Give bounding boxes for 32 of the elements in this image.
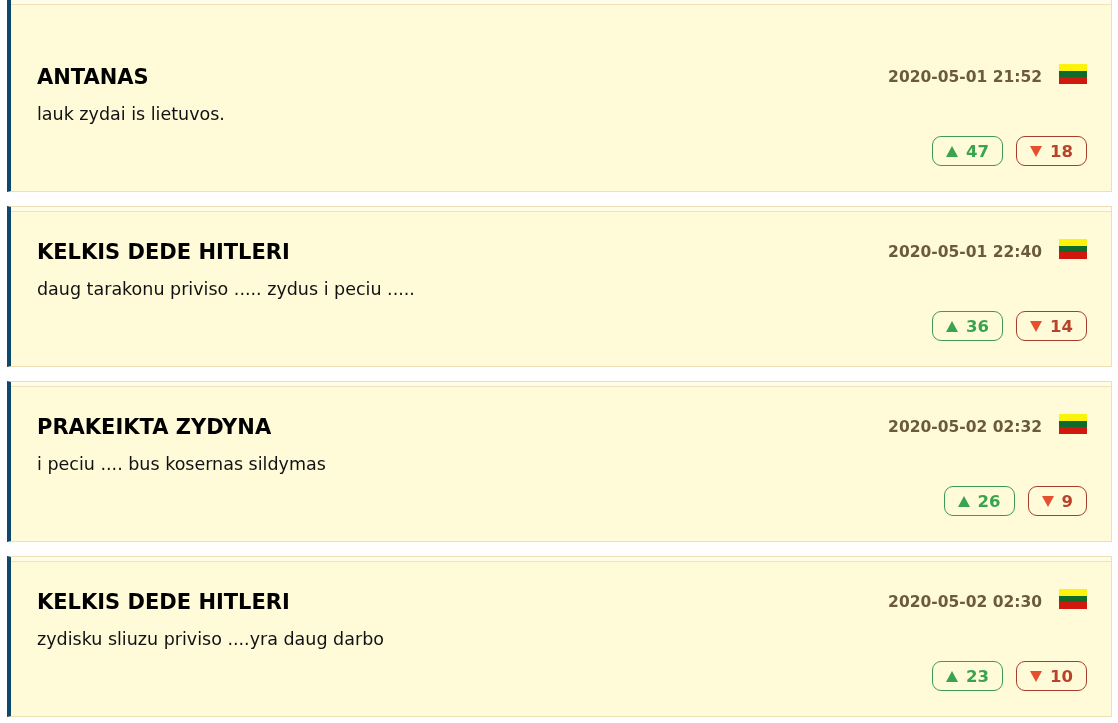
flag-icon: [1059, 239, 1087, 259]
down-triangle-icon: [1030, 670, 1043, 682]
downvote-button[interactable]: 9: [1027, 486, 1087, 516]
author-name: ANTANAS: [37, 65, 150, 89]
comment-text: i peciu .... bus kosernas sildymas: [37, 453, 327, 476]
comment-date: 2020-05-02 02:30: [888, 593, 1042, 611]
comment-date: 2020-05-02 02:32: [888, 418, 1042, 436]
comment-text: lauk zydai is lietuvos.: [37, 103, 226, 126]
flag-icon: [1059, 589, 1087, 609]
up-triangle-icon: [957, 495, 970, 507]
author-name: PRAKEIKTA ZYDYNA: [37, 415, 273, 439]
author-name: KELKIS DEDE HITLERI: [37, 590, 291, 614]
comment-date: 2020-05-01 21:52: [888, 68, 1042, 86]
down-triangle-icon: [1030, 145, 1043, 157]
downvote-button[interactable]: 14: [1016, 311, 1087, 341]
upvote-button[interactable]: 26: [943, 486, 1015, 516]
down-triangle-icon: [1030, 320, 1043, 332]
downvote-button[interactable]: 18: [1016, 136, 1087, 166]
down-triangle-icon: [1041, 495, 1054, 507]
comment-text: daug tarakonu priviso ..... zydus i peciu .....: [37, 278, 416, 301]
upvote-button[interactable]: 36: [932, 311, 1004, 341]
upvote-button[interactable]: 47: [932, 136, 1004, 166]
flag-icon: [1059, 64, 1087, 84]
up-triangle-icon: [946, 320, 959, 332]
comment-date: 2020-05-01 22:40: [888, 243, 1042, 261]
up-triangle-icon: [946, 670, 959, 682]
up-triangle-icon: [946, 145, 959, 157]
flag-icon: [1059, 414, 1087, 434]
downvote-button[interactable]: 10: [1016, 661, 1087, 691]
upvote-button[interactable]: 23: [932, 661, 1004, 691]
author-name: KELKIS DEDE HITLERI: [37, 240, 291, 264]
comment-text: zydisku sliuzu priviso ....yra daug darbo: [37, 628, 385, 651]
